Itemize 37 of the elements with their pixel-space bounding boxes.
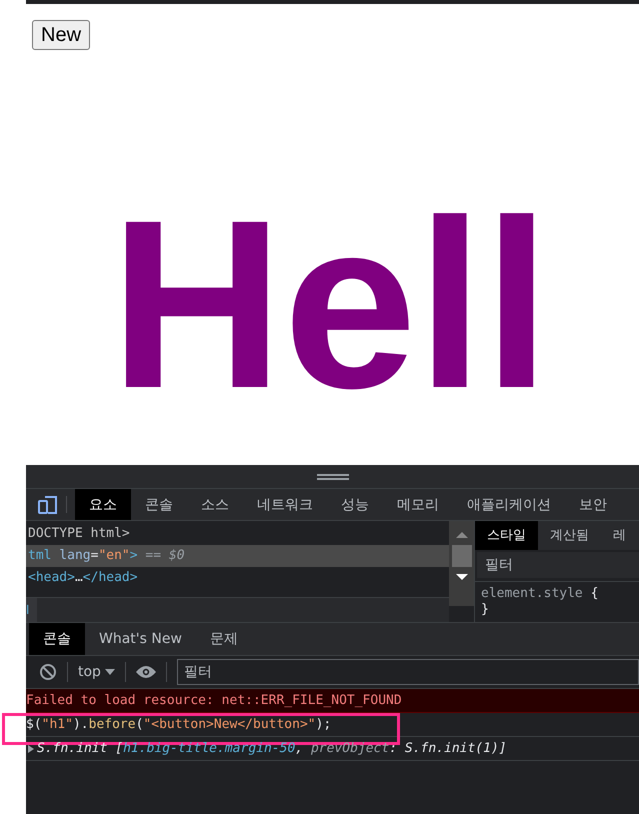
console-result: S.fn.init [h1.big-title.margin-50, prevObject: S.fn.init(1)] — [37, 741, 507, 756]
panel-tab[interactable]: 애플리케이션 — [453, 489, 565, 520]
scroll-down-icon[interactable] — [454, 573, 468, 581]
drawer-tab[interactable]: What's New — [85, 623, 196, 655]
styles-filter-field[interactable]: 필터 — [477, 552, 639, 578]
panel-tab[interactable]: 메모리 — [383, 489, 453, 520]
panel-tab[interactable]: 네트워크 — [243, 489, 327, 520]
style-rule-brace: } — [481, 602, 489, 618]
eye-icon[interactable] — [136, 665, 156, 679]
panel-tab[interactable]: 콘솔 — [131, 489, 187, 520]
dom-node[interactable]: tml lang="en"> == $0 — [26, 545, 449, 567]
page-heading: Hell — [110, 184, 552, 424]
panel-tab[interactable]: 성능 — [327, 489, 383, 520]
console-error-message: Failed to load resource: net::ERR_FILE_NOT_FOUND — [26, 693, 402, 708]
scrollbar-thumb[interactable] — [452, 545, 472, 567]
styles-tab[interactable]: 계산됨 — [538, 521, 601, 550]
dom-node[interactable]: <head>…</head> — [26, 567, 449, 589]
device-toggle-icon[interactable] — [38, 494, 58, 514]
style-rule-selector: element.style { — [481, 586, 600, 602]
new-button[interactable]: New — [32, 20, 90, 50]
panel-tab[interactable]: 보안 — [565, 489, 621, 520]
caret-icon — [104, 668, 115, 676]
scroll-up-icon[interactable] — [454, 531, 468, 539]
drawer-tab[interactable]: 콘솔 — [29, 623, 85, 655]
styles-tab[interactable]: 스타일 — [475, 521, 538, 550]
breadcrumb-item[interactable]: l — [26, 598, 38, 622]
console-filter-field[interactable]: 필터 — [176, 659, 639, 685]
resize-handle-icon[interactable] — [316, 474, 348, 480]
panel-tab[interactable]: 소스 — [187, 489, 243, 520]
clear-console-icon[interactable] — [39, 663, 57, 681]
drawer-tab[interactable]: 문제 — [196, 623, 252, 655]
styles-tab[interactable]: 레 — [601, 521, 638, 550]
context-dropdown[interactable]: top — [78, 664, 115, 680]
console-command: $("h1").before("<button>New</button>"); — [26, 717, 332, 732]
dom-node[interactable]: DOCTYPE html> — [26, 523, 449, 545]
expand-triangle-icon[interactable] — [27, 744, 35, 752]
panel-tab[interactable]: 요소 — [75, 489, 131, 520]
